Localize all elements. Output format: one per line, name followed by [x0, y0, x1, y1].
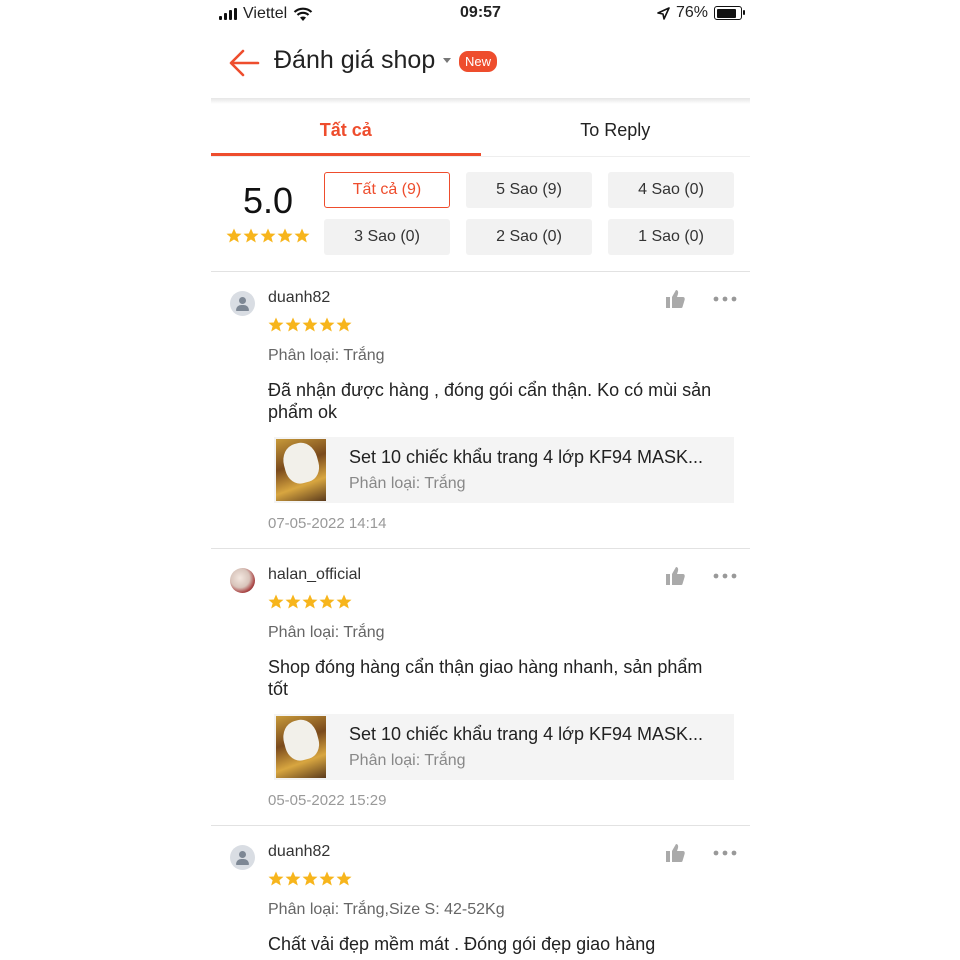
review-username[interactable]: halan_official	[268, 566, 361, 584]
review-username[interactable]: duanh82	[268, 843, 330, 861]
star-icon	[319, 594, 335, 609]
review-variant: Phân loại: Trắng,Size S: 42-52Kg	[268, 901, 505, 918]
filter-all[interactable]: Tất cả (9)	[324, 172, 450, 208]
product-card[interactable]: Set 10 chiếc khẩu trang 4 lớp KF94 MASK.…	[274, 437, 734, 503]
star-icon	[226, 228, 242, 243]
star-icon	[285, 317, 301, 332]
arrow-left-icon[interactable]	[227, 48, 261, 78]
divider	[211, 548, 750, 549]
tab-to-reply[interactable]: To Reply	[481, 104, 751, 156]
review-stars	[268, 594, 352, 609]
star-icon	[268, 871, 284, 886]
star-icon	[336, 317, 352, 332]
review-variant: Phân loại: Trắng	[268, 347, 385, 364]
status-bar: Viettel 09:57 76%	[211, 0, 750, 28]
divider	[211, 825, 750, 826]
star-icon	[336, 594, 352, 609]
product-title: Set 10 chiếc khẩu trang 4 lớp KF94 MASK.…	[349, 447, 703, 467]
thumbs-up-icon[interactable]	[664, 288, 686, 310]
app-header: Đánh giá shop New	[211, 28, 750, 98]
review-text: Đã nhận được hàng , đóng gói cẩn thận. K…	[268, 380, 712, 422]
star-icon	[302, 871, 318, 886]
more-dots-icon[interactable]	[712, 289, 738, 309]
filter-5-star[interactable]: 5 Sao (9)	[466, 172, 592, 208]
user-avatar-icon[interactable]	[230, 845, 255, 870]
star-icon	[336, 871, 352, 886]
more-dots-icon[interactable]	[712, 843, 738, 863]
review-stars	[268, 871, 352, 886]
thumbs-up-icon[interactable]	[664, 842, 686, 864]
product-variant: Phân loại: Trắng	[349, 475, 466, 492]
summary-stars	[226, 228, 310, 243]
star-icon	[285, 594, 301, 609]
star-icon	[319, 871, 335, 886]
page-title[interactable]: Đánh giá shop	[274, 46, 435, 75]
review-username[interactable]: duanh82	[268, 289, 330, 307]
review-date: 07-05-2022 14:14	[268, 515, 387, 532]
battery-icon	[714, 6, 745, 20]
app-screen: Viettel 09:57 76% Đánh giá shop New Tất …	[211, 0, 750, 960]
battery-percent: 76%	[675, 4, 708, 21]
user-avatar-icon[interactable]	[230, 568, 255, 593]
product-variant: Phân loại: Trắng	[349, 752, 466, 769]
star-icon	[268, 594, 284, 609]
product-card[interactable]: Set 10 chiếc khẩu trang 4 lớp KF94 MASK.…	[274, 714, 734, 780]
tab-all[interactable]: Tất cả	[211, 104, 481, 156]
divider	[211, 271, 750, 272]
thumbs-up-icon[interactable]	[664, 565, 686, 587]
star-icon	[302, 594, 318, 609]
review-date: 05-05-2022 15:29	[268, 792, 387, 809]
star-icon	[319, 317, 335, 332]
average-score: 5.0	[242, 180, 294, 221]
review-text: Shop đóng hàng cẩn thận giao hàng nhanh,…	[268, 657, 703, 699]
filter-2-star[interactable]: 2 Sao (0)	[466, 219, 592, 255]
review-stars	[268, 317, 352, 332]
star-icon	[260, 228, 276, 243]
tab-bar: Tất cả To Reply	[211, 104, 750, 156]
star-icon	[285, 871, 301, 886]
product-thumbnail	[276, 716, 326, 778]
product-title: Set 10 chiếc khẩu trang 4 lớp KF94 MASK.…	[349, 724, 703, 744]
star-icon	[277, 228, 293, 243]
star-icon	[294, 228, 310, 243]
star-icon	[302, 317, 318, 332]
filter-4-star[interactable]: 4 Sao (0)	[608, 172, 734, 208]
star-icon	[243, 228, 259, 243]
review-variant: Phân loại: Trắng	[268, 624, 385, 641]
location-arrow-icon	[657, 6, 670, 20]
new-badge: New	[459, 51, 498, 72]
filter-3-star[interactable]: 3 Sao (0)	[324, 219, 450, 255]
caret-down-icon[interactable]	[443, 58, 451, 63]
product-thumbnail	[276, 439, 326, 501]
review-text: Chất vải đẹp mềm mát . Đóng gói đẹp giao…	[268, 934, 656, 954]
more-dots-icon[interactable]	[712, 566, 738, 586]
user-avatar-icon[interactable]	[230, 291, 255, 316]
star-icon	[268, 317, 284, 332]
filter-1-star[interactable]: 1 Sao (0)	[608, 219, 734, 255]
